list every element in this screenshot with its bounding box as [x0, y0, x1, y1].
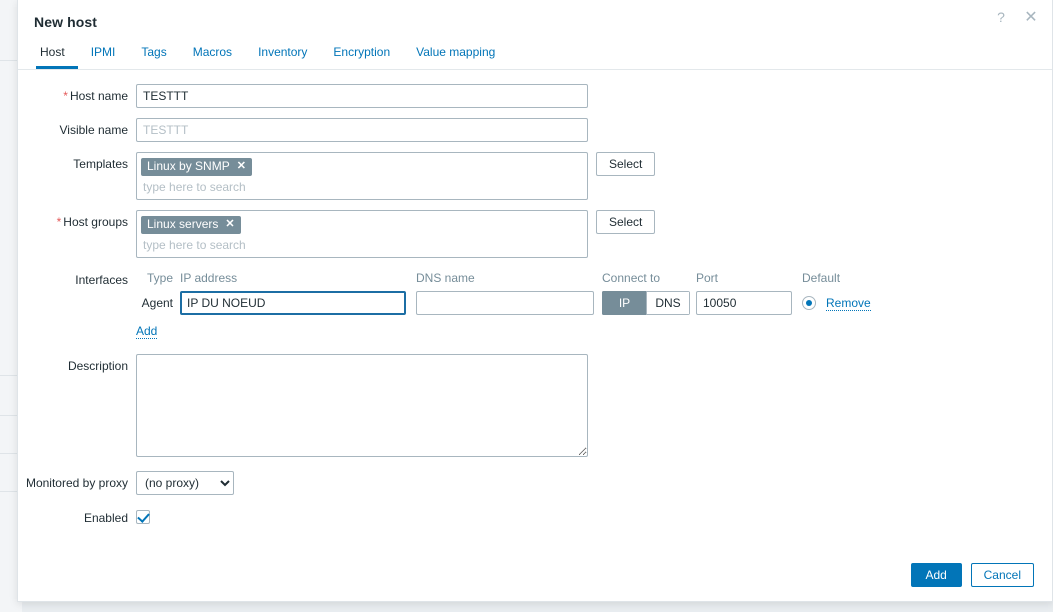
- port-input[interactable]: [696, 291, 792, 315]
- cancel-button[interactable]: Cancel: [970, 563, 1034, 587]
- field-row-enabled: Enabled: [18, 506, 1052, 525]
- col-header-dns-name: DNS name: [416, 271, 475, 285]
- host-form: *Host name Visible name Templates Linux …: [18, 70, 1052, 549]
- remove-interface-link[interactable]: Remove: [826, 296, 871, 311]
- default-interface-radio[interactable]: [802, 296, 816, 310]
- connect-to-segmented-control: IP DNS: [602, 291, 690, 315]
- connect-to-option-ip[interactable]: IP: [602, 291, 646, 315]
- enabled-control: [136, 506, 150, 524]
- template-chip-label: Linux by SNMP: [147, 159, 230, 173]
- dialog-header: New host ? ✕: [18, 0, 1052, 44]
- col-header-ip-address: IP address: [180, 271, 238, 285]
- description-textarea[interactable]: [136, 354, 588, 457]
- host-groups-multiselect[interactable]: Linux servers ✕: [136, 210, 588, 258]
- field-row-interfaces: Interfaces Type IP address DNS name Conn…: [18, 268, 1052, 340]
- new-host-dialog: New host ? ✕ Host IPMI Tags Macros Inven…: [17, 0, 1053, 602]
- interfaces-label: Interfaces: [75, 273, 128, 287]
- connect-to-option-dns[interactable]: DNS: [646, 291, 690, 315]
- host-groups-select-button[interactable]: Select: [596, 210, 656, 234]
- required-marker: *: [56, 215, 62, 229]
- col-header-default: Default: [802, 271, 841, 285]
- host-name-input[interactable]: [136, 84, 588, 108]
- interfaces-table: Type IP address DNS name Connect to Port…: [136, 268, 912, 340]
- templates-label: Templates: [73, 157, 128, 171]
- host-name-label: * Host name: [63, 89, 128, 103]
- monitored-by-proxy-label: Monitored by proxy: [25, 476, 128, 490]
- visible-name-input[interactable]: [136, 118, 588, 142]
- tab-value-mapping[interactable]: Value mapping: [403, 45, 508, 69]
- tab-inventory[interactable]: Inventory: [245, 45, 320, 69]
- template-chip: Linux by SNMP ✕: [141, 158, 252, 176]
- tab-ipmi[interactable]: IPMI: [78, 45, 129, 69]
- visible-name-label: Visible name: [59, 123, 128, 137]
- tab-macros[interactable]: Macros: [180, 45, 245, 69]
- help-icon[interactable]: ?: [990, 6, 1012, 28]
- host-name-control: [136, 84, 588, 108]
- field-row-visible-name: Visible name: [18, 118, 1052, 142]
- interface-connect-to-cell: IP DNS: [602, 291, 694, 315]
- tab-bar: Host IPMI Tags Macros Inventory Encrypti…: [18, 44, 1052, 70]
- field-row-templates: Templates Linux by SNMP ✕ Select: [18, 152, 1052, 200]
- interface-type-label: Agent: [141, 296, 173, 310]
- host-group-chip-label: Linux servers: [147, 217, 219, 231]
- monitored-by-proxy-select[interactable]: (no proxy): [136, 471, 234, 495]
- host-groups-search-input[interactable]: [141, 237, 575, 255]
- tab-host[interactable]: Host: [36, 45, 78, 69]
- dialog-footer: Add Cancel: [18, 549, 1052, 601]
- col-header-port: Port: [696, 271, 719, 285]
- add-interface-link[interactable]: Add: [136, 324, 158, 339]
- templates-multiselect[interactable]: Linux by SNMP ✕: [136, 152, 588, 200]
- required-marker: *: [63, 89, 68, 103]
- dialog-header-controls: ? ✕: [990, 6, 1042, 28]
- tab-encryption[interactable]: Encryption: [320, 45, 403, 69]
- description-control: [136, 354, 588, 457]
- field-row-host-name: * Host name: [18, 84, 1052, 108]
- interface-row: Agent IP DNS: [136, 291, 912, 315]
- visible-name-control: [136, 118, 588, 142]
- field-row-host-groups: *Host groups Linux servers ✕ Select: [18, 210, 1052, 258]
- col-header-connect-to: Connect to: [602, 271, 661, 285]
- enabled-checkbox[interactable]: [136, 510, 150, 524]
- interface-dns-cell: [416, 291, 596, 315]
- interface-port-cell: [696, 291, 796, 315]
- field-row-description: Description: [18, 354, 1052, 457]
- templates-select-button[interactable]: Select: [596, 152, 656, 176]
- col-header-type: Type: [146, 271, 173, 285]
- tab-tags[interactable]: Tags: [128, 45, 179, 69]
- enabled-label: Enabled: [83, 511, 128, 525]
- interface-default-cell: Remove: [802, 296, 912, 311]
- ip-address-input[interactable]: [180, 291, 406, 315]
- templates-search-input[interactable]: [141, 179, 575, 197]
- remove-chip-icon[interactable]: ✕: [225, 219, 234, 230]
- host-group-chip: Linux servers ✕: [141, 216, 241, 234]
- add-button[interactable]: Add: [910, 563, 962, 587]
- host-groups-label: * Host groups: [56, 215, 128, 229]
- host-groups-control: Linux servers ✕ Select: [136, 210, 656, 258]
- description-label: Description: [67, 359, 128, 373]
- monitored-by-proxy-control: (no proxy): [136, 471, 234, 495]
- close-icon[interactable]: ✕: [1020, 6, 1042, 28]
- page-title: New host: [34, 14, 98, 30]
- field-row-monitored-by-proxy: Monitored by proxy (no proxy): [18, 471, 1052, 495]
- templates-control: Linux by SNMP ✕ Select: [136, 152, 656, 200]
- remove-chip-icon[interactable]: ✕: [237, 161, 246, 172]
- interface-ip-cell: [180, 291, 410, 315]
- interfaces-header-row: Type IP address DNS name Connect to Port…: [136, 268, 912, 288]
- dns-name-input[interactable]: [416, 291, 594, 315]
